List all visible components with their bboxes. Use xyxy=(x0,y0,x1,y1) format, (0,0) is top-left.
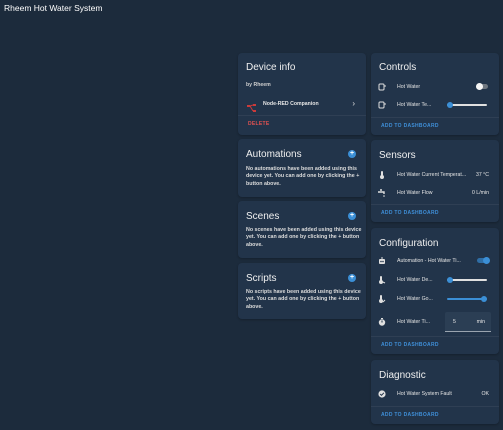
hot-water-toggle[interactable] xyxy=(475,83,489,91)
sensors-title: Sensors xyxy=(379,150,416,161)
slider-thumb xyxy=(447,102,453,108)
slider-track xyxy=(447,279,487,281)
config-row: Hot Water Ti... 5 min xyxy=(371,312,499,332)
config-row: Hot Water Go... xyxy=(371,292,499,306)
hot-water-temp-label: Hot Water Te... xyxy=(397,102,432,108)
add-automation-button[interactable]: + xyxy=(348,150,356,158)
automations-description: No automations have been added using thi… xyxy=(246,166,360,187)
config-row: Hot Water De... xyxy=(371,273,499,287)
manufacturer-text: by Rheem xyxy=(246,82,271,88)
automations-title: Automations xyxy=(246,149,302,160)
device-info-title: Device info xyxy=(246,62,296,73)
config-label: Hot Water De... xyxy=(397,277,433,283)
timer-icon xyxy=(378,318,386,326)
thermometer-low-icon xyxy=(378,276,386,284)
configuration-add-to-dashboard[interactable]: ADD TO DASHBOARD xyxy=(381,342,439,348)
diagnostic-label: Hot Water System Fault xyxy=(397,391,452,397)
thermometer-icon xyxy=(378,171,386,179)
diagnostic-title: Diagnostic xyxy=(379,370,426,381)
hot-water-temp-slider[interactable] xyxy=(447,101,487,109)
automation-toggle[interactable] xyxy=(476,257,490,265)
hot-water-temp-row: Hot Water Te... xyxy=(371,98,499,112)
thermometer-high-icon xyxy=(378,295,386,303)
delete-button[interactable]: DELETE xyxy=(248,121,270,127)
sensor-row[interactable]: Hot Water Flow 0 L/min xyxy=(371,186,499,200)
scripts-card: Scripts + No scripts have been added usi… xyxy=(238,263,366,319)
timer-unit: min xyxy=(476,319,485,325)
sensor-label: Hot Water Flow xyxy=(397,190,433,196)
sensor-label: Hot Water Current Temperat... xyxy=(397,172,467,178)
config-label: Automation - Hot Water Ti... xyxy=(397,258,461,264)
node-red-icon xyxy=(247,100,257,112)
device-info-card: Device info by Rheem Node-RED Companion … xyxy=(238,53,366,135)
controls-divider xyxy=(371,117,499,118)
configuration-card: Configuration Automation - Hot Water Ti.… xyxy=(371,228,499,354)
automations-card: Automations + No automations have been a… xyxy=(238,139,366,197)
robot-icon xyxy=(378,257,386,265)
water-boiler-icon xyxy=(378,101,386,109)
diagnostic-card: Diagnostic Hot Water System Fault OK ADD… xyxy=(371,360,499,424)
diagnostic-add-to-dashboard[interactable]: ADD TO DASHBOARD xyxy=(381,412,439,418)
configuration-divider xyxy=(371,336,499,337)
scenes-card: Scenes + No scenes have been added using… xyxy=(238,201,366,258)
timer-number-input[interactable]: 5 min xyxy=(445,312,491,332)
hot-water-toggle-thumb xyxy=(476,83,483,90)
config-label: Hot Water Ti... xyxy=(397,319,430,325)
hot-water-row: Hot Water xyxy=(371,80,499,94)
config-label: Hot Water Go... xyxy=(397,296,433,302)
automation-toggle-thumb xyxy=(483,257,490,264)
sensors-card: Sensors Hot Water Current Temperat... 37… xyxy=(371,140,499,222)
scripts-title: Scripts xyxy=(246,273,277,284)
slider-thumb xyxy=(481,296,487,302)
sensors-divider xyxy=(371,204,499,205)
timer-value: 5 xyxy=(453,319,456,325)
integration-label: Node-RED Companion xyxy=(263,101,319,107)
add-script-button[interactable]: + xyxy=(348,274,356,282)
hot-water-goal-slider[interactable] xyxy=(447,295,487,303)
diagnostic-value: OK xyxy=(481,391,490,397)
device-info-divider xyxy=(238,115,366,116)
integration-row[interactable]: Node-RED Companion › xyxy=(238,97,366,113)
hot-water-default-slider[interactable] xyxy=(447,276,487,284)
page-title: Rheem Hot Water System xyxy=(4,3,103,13)
sensors-add-to-dashboard[interactable]: ADD TO DASHBOARD xyxy=(381,210,439,216)
diagnostic-row[interactable]: Hot Water System Fault OK xyxy=(371,387,499,401)
diagnostic-divider xyxy=(371,406,499,407)
sensor-value: 37 °C xyxy=(475,172,489,178)
sensor-value: 0 L/min xyxy=(471,190,489,196)
configuration-title: Configuration xyxy=(379,238,439,249)
chevron-right-icon: › xyxy=(352,99,355,108)
slider-thumb xyxy=(447,277,453,283)
config-row: Automation - Hot Water Ti... xyxy=(371,254,499,268)
scenes-description: No scenes have been added using this dev… xyxy=(246,227,362,248)
top-bar: Rheem Hot Water System xyxy=(0,0,503,16)
sensor-row[interactable]: Hot Water Current Temperat... 37 °C xyxy=(371,168,499,182)
water-boiler-icon xyxy=(378,83,386,91)
controls-add-to-dashboard[interactable]: ADD TO DASHBOARD xyxy=(381,123,439,129)
hot-water-label: Hot Water xyxy=(397,84,421,90)
controls-title: Controls xyxy=(379,62,417,73)
add-scene-button[interactable]: + xyxy=(348,212,356,220)
slider-track xyxy=(447,104,487,106)
scenes-title: Scenes xyxy=(246,211,280,222)
faucet-icon xyxy=(378,189,386,197)
controls-card: Controls Hot Water Hot Water Te... ADD T… xyxy=(371,53,499,135)
check-circle-icon xyxy=(378,390,386,398)
scripts-description: No scripts have been added using this de… xyxy=(246,289,361,310)
